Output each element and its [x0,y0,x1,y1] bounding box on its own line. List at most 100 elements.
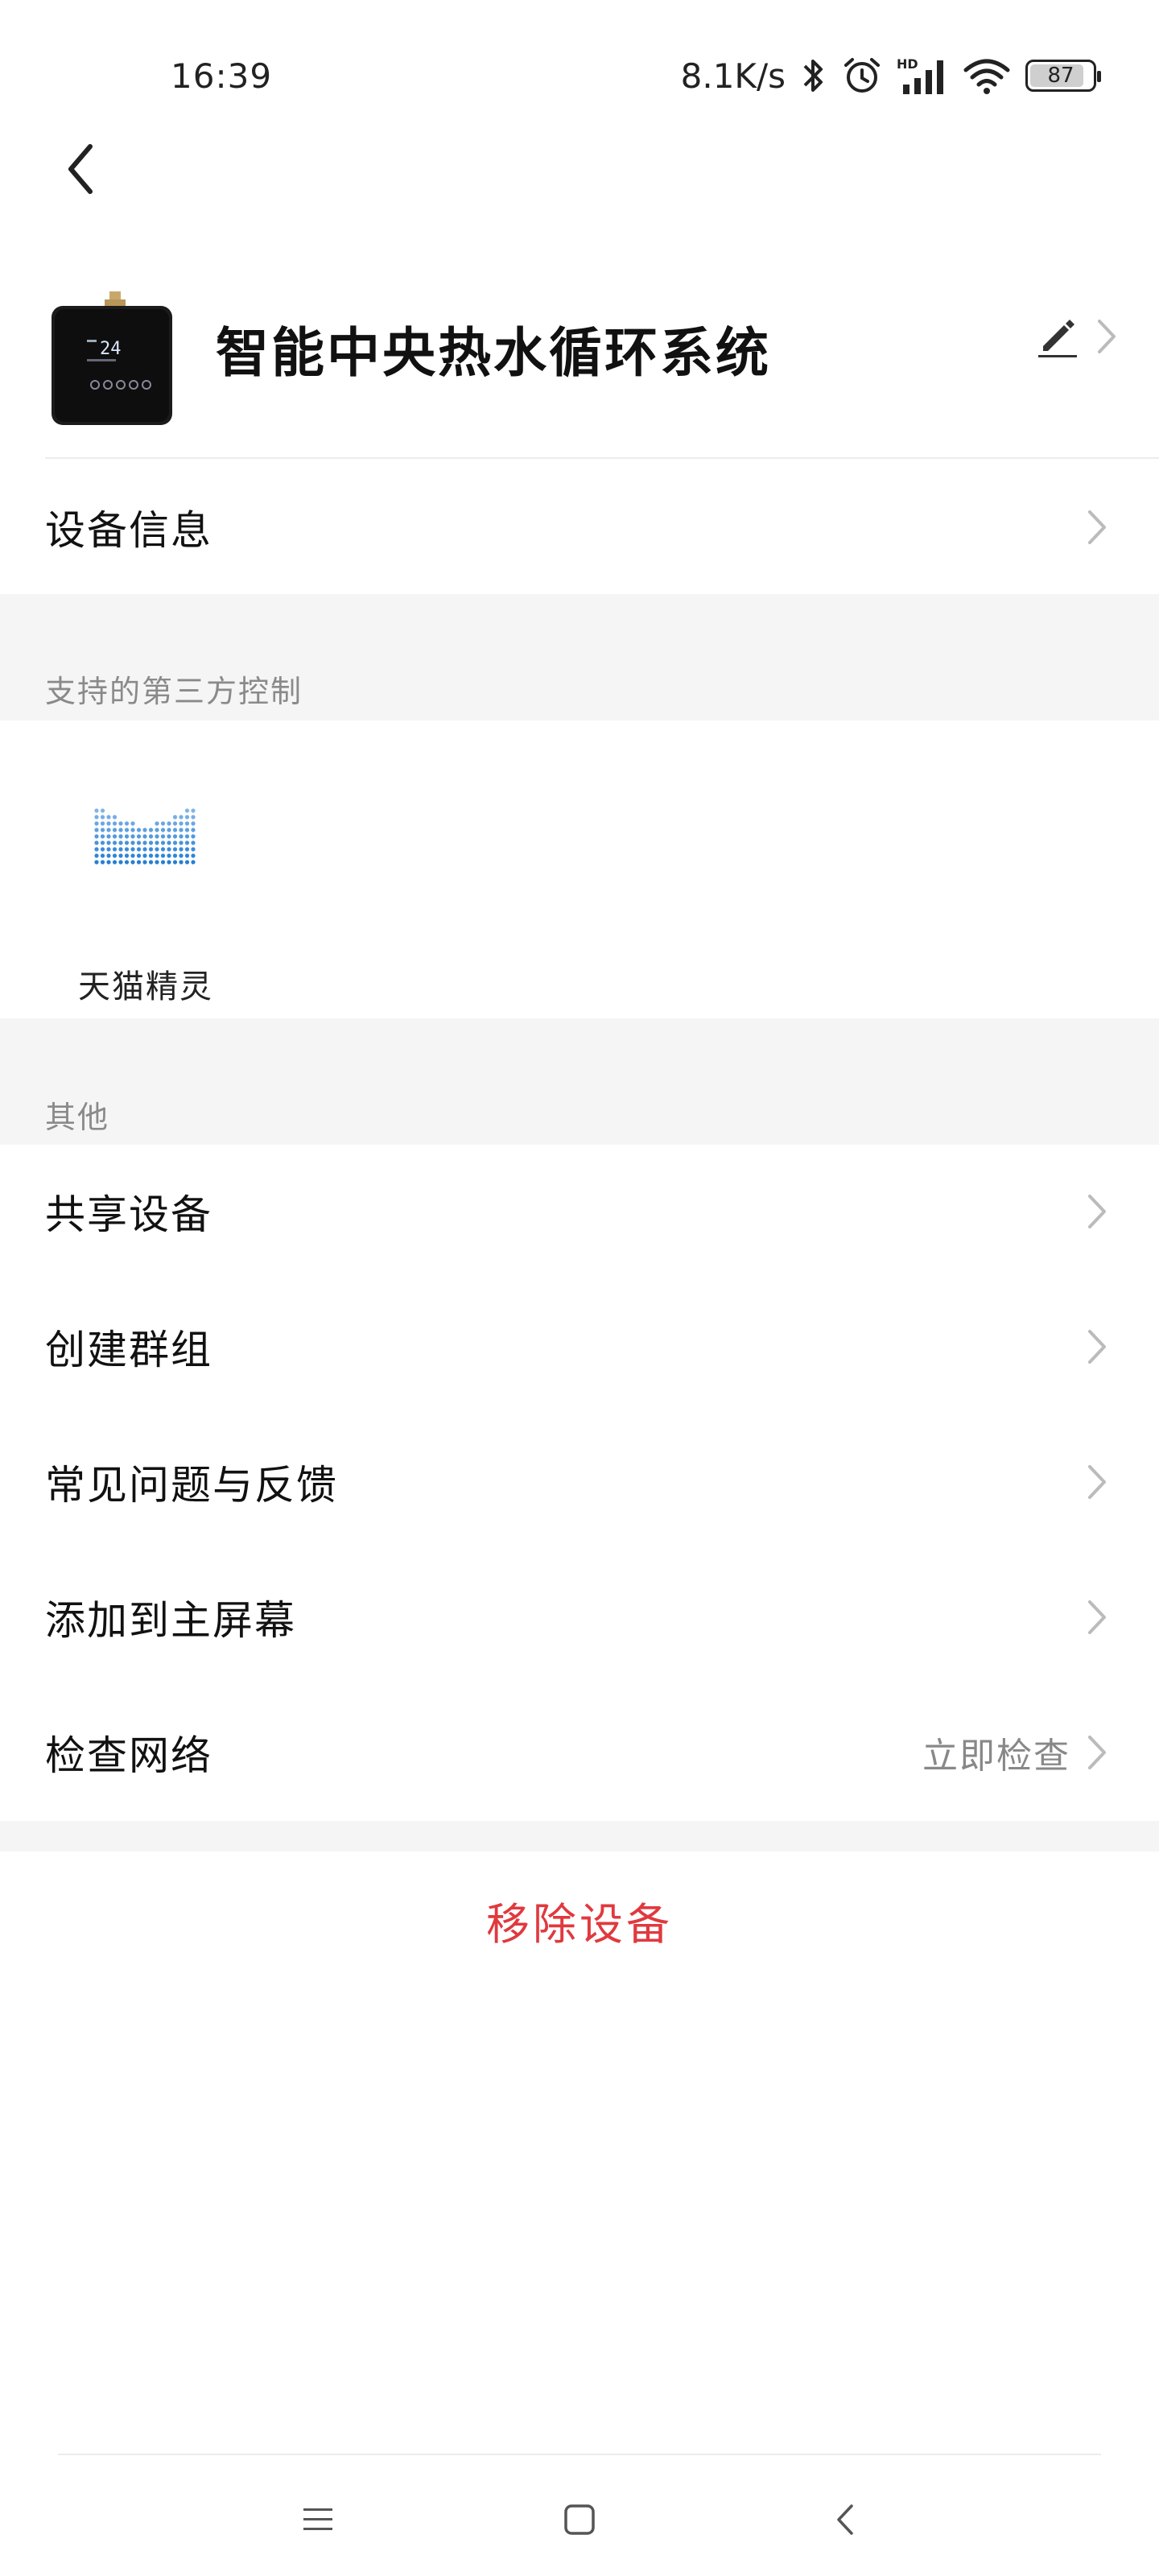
add-to-home-label: 添加到主屏幕 [45,1597,296,1644]
logo-dot [136,828,142,832]
logo-dot [155,828,159,832]
header-divider [45,457,1159,459]
logo-dot [94,860,99,865]
pencil-icon [1038,320,1077,357]
chevron-right-icon [1088,1600,1106,1634]
home-square-icon [564,2504,595,2535]
create-group-label: 创建群组 [45,1327,212,1373]
logo-dot [184,821,190,826]
logo-dot [160,847,166,852]
logo-dot [124,853,130,858]
logo-dot [112,834,118,839]
logo-dot [124,828,130,832]
logo-dot [155,860,159,865]
check-network-row[interactable]: 检查网络 立即检查 [0,1686,1159,1819]
logo-dot [167,821,171,826]
chevron-right-icon [1088,1465,1106,1499]
logo-dot [155,834,159,839]
device-thumbnail: 24 [52,291,172,425]
logo-dot [155,821,159,826]
logo-dot [112,821,118,826]
faq-feedback-label: 常见问题与反馈 [45,1462,338,1509]
logo-dot [148,847,154,852]
chevron-right-icon [1088,1330,1106,1364]
logo-dot [112,847,118,852]
logo-dot [94,834,99,839]
logo-dot [112,860,118,865]
logo-dot [124,860,130,865]
logo-dot [142,853,147,858]
logo-dot [184,853,190,858]
logo-dot [136,860,142,865]
logo-dot [130,860,135,865]
logo-dot [124,847,130,852]
logo-dot [160,828,166,832]
wifi-icon [963,59,1010,94]
logo-dot [106,815,111,819]
logo-dot [172,821,178,826]
logo-dot [172,828,178,832]
logo-dot [100,840,105,845]
logo-dot [100,834,105,839]
chevron-right-icon [1088,1195,1106,1228]
nav-menu-button[interactable] [274,2483,362,2556]
share-device-row[interactable]: 共享设备 [0,1145,1159,1278]
logo-dot [191,834,196,839]
logo-dot [155,853,159,858]
logo-dot [94,847,99,852]
back-button[interactable] [48,129,113,209]
logo-dot [100,853,105,858]
device-info-row[interactable]: 设备信息 [0,460,1159,594]
logo-dot [130,840,135,845]
logo-dot [179,834,184,839]
check-now-text: 立即检查 [922,1736,1070,1777]
logo-dot [191,840,196,845]
tmall-genie-item[interactable]: 天猫精灵 [45,769,246,1005]
battery-level: 87 [1047,64,1074,88]
logo-dot [130,834,135,839]
section-gap-remove [0,1821,1159,1852]
edit-name-button[interactable] [1035,314,1119,359]
logo-dot [184,808,190,813]
hd-signal-icon: HD [897,56,943,94]
create-group-row[interactable]: 创建群组 [0,1280,1159,1414]
logo-dot [148,840,154,845]
logo-dot [172,815,178,819]
logo-dot [191,821,196,826]
chevron-left-icon [68,144,93,194]
logo-dot [100,828,105,832]
logo-dot [106,821,111,826]
logo-dot [167,860,171,865]
logo-dot [130,828,135,832]
nav-back-button[interactable] [801,2483,889,2556]
logo-dot [112,840,118,845]
logo-dot [179,821,184,826]
status-icons: 8.1K/s HD 87 [681,53,1101,98]
logo-dot [167,847,171,852]
logo-dot [94,815,99,819]
logo-dot [136,834,142,839]
remove-device-button[interactable]: 移除设备 [0,1852,1159,1988]
logo-dot [100,808,105,813]
logo-dot [118,847,123,852]
logo-dot [160,860,166,865]
faq-feedback-row[interactable]: 常见问题与反馈 [0,1415,1159,1549]
nav-home-button[interactable] [535,2483,624,2556]
logo-dot [191,853,196,858]
logo-dot [100,860,105,865]
logo-dot [112,828,118,832]
logo-dot [142,840,147,845]
logo-dot [179,828,184,832]
logo-dot [118,828,123,832]
logo-dot [160,821,166,826]
section-title-other: 其他 [45,1100,110,1135]
logo-dot [124,821,130,826]
logo-dot [184,828,190,832]
add-to-home-row[interactable]: 添加到主屏幕 [0,1550,1159,1684]
logo-dot [167,828,171,832]
logo-dot [172,840,178,845]
logo-dot [112,815,118,819]
logo-dot [124,834,130,839]
logo-dot [106,840,111,845]
logo-dot [160,853,166,858]
